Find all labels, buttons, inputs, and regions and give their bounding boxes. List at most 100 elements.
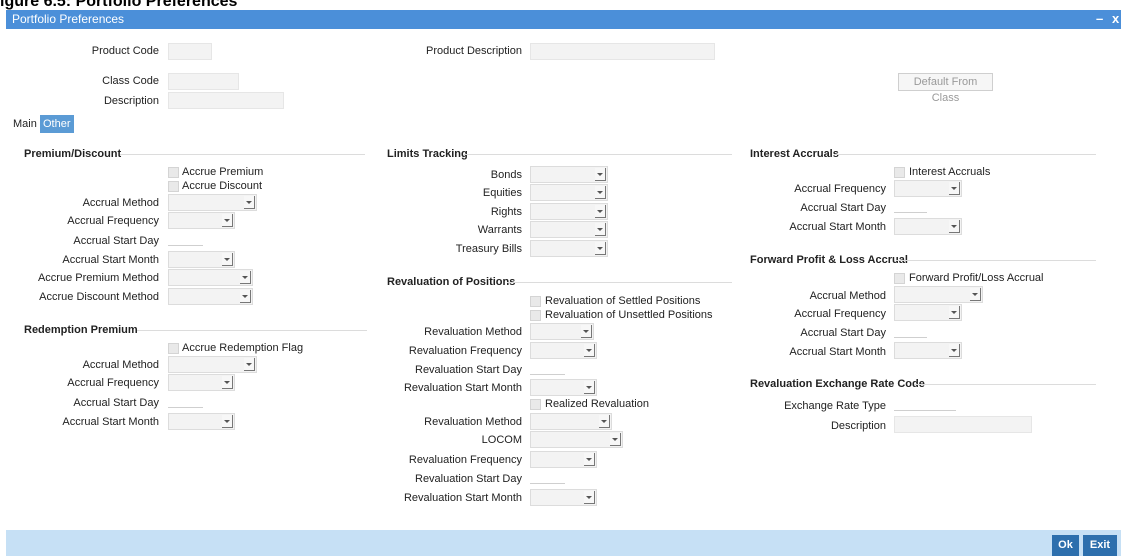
revaluation-settled-label: Revaluation of Settled Positions (545, 295, 701, 307)
revaluation-section-title: Revaluation of Positions (387, 276, 516, 288)
chevron-down-icon (244, 196, 255, 209)
accrual-start-day-input[interactable] (168, 233, 203, 246)
treasury-bills-label: Treasury Bills (455, 243, 522, 255)
redemption-accrual-frequency-select[interactable] (168, 374, 235, 391)
accrual-method-label: Accrual Method (82, 197, 159, 209)
forward-accrual-frequency-select[interactable] (894, 304, 962, 321)
revaluation-frequency-select[interactable] (530, 342, 597, 359)
revaluation-method-select[interactable] (530, 323, 594, 340)
product-description-input[interactable] (530, 43, 715, 60)
chevron-down-icon (595, 223, 606, 236)
redemption-accrual-method-label: Accrual Method (82, 359, 159, 371)
accrual-start-month-label: Accrual Start Month (62, 254, 159, 266)
accrue-discount-label: Accrue Discount (182, 180, 263, 192)
default-from-class-button[interactable]: Default From Class (898, 73, 993, 104)
accrue-premium-checkbox[interactable] (168, 167, 179, 178)
equities-select[interactable] (530, 184, 608, 201)
chevron-down-icon (949, 220, 960, 233)
window-title-bar: Portfolio Preferences – x (6, 10, 1121, 29)
chevron-down-icon (584, 344, 595, 357)
rate-code-description-label: Description (830, 420, 886, 432)
accrual-start-month-select[interactable] (168, 251, 235, 268)
exchange-rate-type-input[interactable] (894, 398, 956, 411)
tab-main[interactable]: Main (10, 115, 40, 133)
forward-accrual-start-day-input[interactable] (894, 325, 927, 338)
chevron-down-icon (584, 453, 595, 466)
interest-accrual-start-day-input[interactable] (894, 200, 927, 213)
section-divider (914, 384, 1096, 385)
forward-accrual-frequency-label: Accrual Frequency (794, 308, 886, 320)
accrue-redemption-flag-checkbox[interactable] (168, 343, 179, 354)
revaluation-start-day-input[interactable] (530, 362, 565, 375)
accrue-discount-method-label: Accrue Discount Method (39, 291, 159, 303)
treasury-bills-select[interactable] (530, 240, 608, 257)
realized-revaluation-method-select[interactable] (530, 413, 612, 430)
product-code-input[interactable] (168, 43, 212, 60)
realized-revaluation-frequency-select[interactable] (530, 451, 597, 468)
chevron-down-icon (581, 325, 592, 338)
class-code-input[interactable] (168, 73, 239, 90)
interest-accrual-start-month-label: Accrual Start Month (789, 221, 886, 233)
section-divider (896, 260, 1096, 261)
forward-pl-checkbox[interactable] (894, 273, 905, 284)
redemption-accrual-start-month-select[interactable] (168, 413, 235, 430)
description-label: Description (103, 95, 159, 107)
realized-revaluation-frequency-label: Revaluation Frequency (408, 454, 522, 466)
redemption-accrual-start-day-input[interactable] (168, 395, 203, 408)
chevron-down-icon (595, 186, 606, 199)
accrual-method-select[interactable] (168, 194, 257, 211)
realized-revaluation-method-label: Revaluation Method (424, 416, 522, 428)
close-icon[interactable]: x (1112, 11, 1119, 26)
warrants-select[interactable] (530, 221, 608, 238)
description-input[interactable] (168, 92, 284, 109)
interest-accrual-start-month-select[interactable] (894, 218, 962, 235)
interest-accrual-frequency-select[interactable] (894, 180, 962, 197)
accrual-frequency-select[interactable] (168, 212, 235, 229)
chevron-down-icon (970, 288, 981, 301)
bonds-select[interactable] (530, 166, 608, 183)
chevron-down-icon (610, 433, 621, 446)
chevron-down-icon (949, 344, 960, 357)
realized-revaluation-start-month-select[interactable] (530, 489, 597, 506)
revaluation-method-label: Revaluation Method (424, 326, 522, 338)
realized-revaluation-start-month-label: Revaluation Start Month (403, 492, 522, 504)
tab-other[interactable]: Other (40, 115, 74, 133)
premium-discount-section-title: Premium/Discount (24, 148, 122, 160)
section-divider (137, 330, 367, 331)
accrual-frequency-label: Accrual Frequency (67, 215, 159, 227)
revaluation-unsettled-label: Revaluation of Unsettled Positions (545, 309, 713, 321)
revaluation-settled-checkbox[interactable] (530, 296, 541, 307)
exit-button[interactable]: Exit (1083, 535, 1117, 556)
chevron-down-icon (595, 242, 606, 255)
realized-revaluation-checkbox[interactable] (530, 399, 541, 410)
accrue-discount-checkbox[interactable] (168, 181, 179, 192)
rate-code-section-title: Revaluation Exchange Rate Code (750, 378, 925, 390)
minimize-icon[interactable]: – (1096, 11, 1103, 26)
forward-accrual-method-select[interactable] (894, 286, 983, 303)
interest-accruals-checkbox-label: Interest Accruals (909, 166, 991, 178)
revaluation-start-day-label: Revaluation Start Day (415, 364, 522, 376)
revaluation-unsettled-checkbox[interactable] (530, 310, 541, 321)
section-divider (834, 154, 1096, 155)
rate-code-description-input[interactable] (894, 416, 1032, 433)
chevron-down-icon (222, 415, 233, 428)
accrue-discount-method-select[interactable] (168, 288, 253, 305)
realized-revaluation-start-day-input[interactable] (530, 471, 565, 484)
rights-select[interactable] (530, 203, 608, 220)
interest-accruals-checkbox[interactable] (894, 167, 905, 178)
ok-button[interactable]: Ok (1052, 535, 1079, 556)
accrue-premium-method-select[interactable] (168, 269, 253, 286)
locom-select[interactable] (530, 431, 623, 448)
redemption-accrual-method-select[interactable] (168, 356, 257, 373)
chevron-down-icon (244, 358, 255, 371)
revaluation-start-month-select[interactable] (530, 379, 597, 396)
chevron-down-icon (222, 376, 233, 389)
realized-revaluation-label: Realized Revaluation (545, 398, 649, 410)
window-title: Portfolio Preferences (12, 12, 125, 26)
equities-label: Equities (482, 187, 522, 199)
warrants-label: Warrants (477, 224, 522, 236)
redemption-accrual-frequency-label: Accrual Frequency (67, 377, 159, 389)
redemption-premium-section-title: Redemption Premium (24, 324, 138, 336)
forward-accrual-start-month-select[interactable] (894, 342, 962, 359)
section-divider (120, 154, 365, 155)
